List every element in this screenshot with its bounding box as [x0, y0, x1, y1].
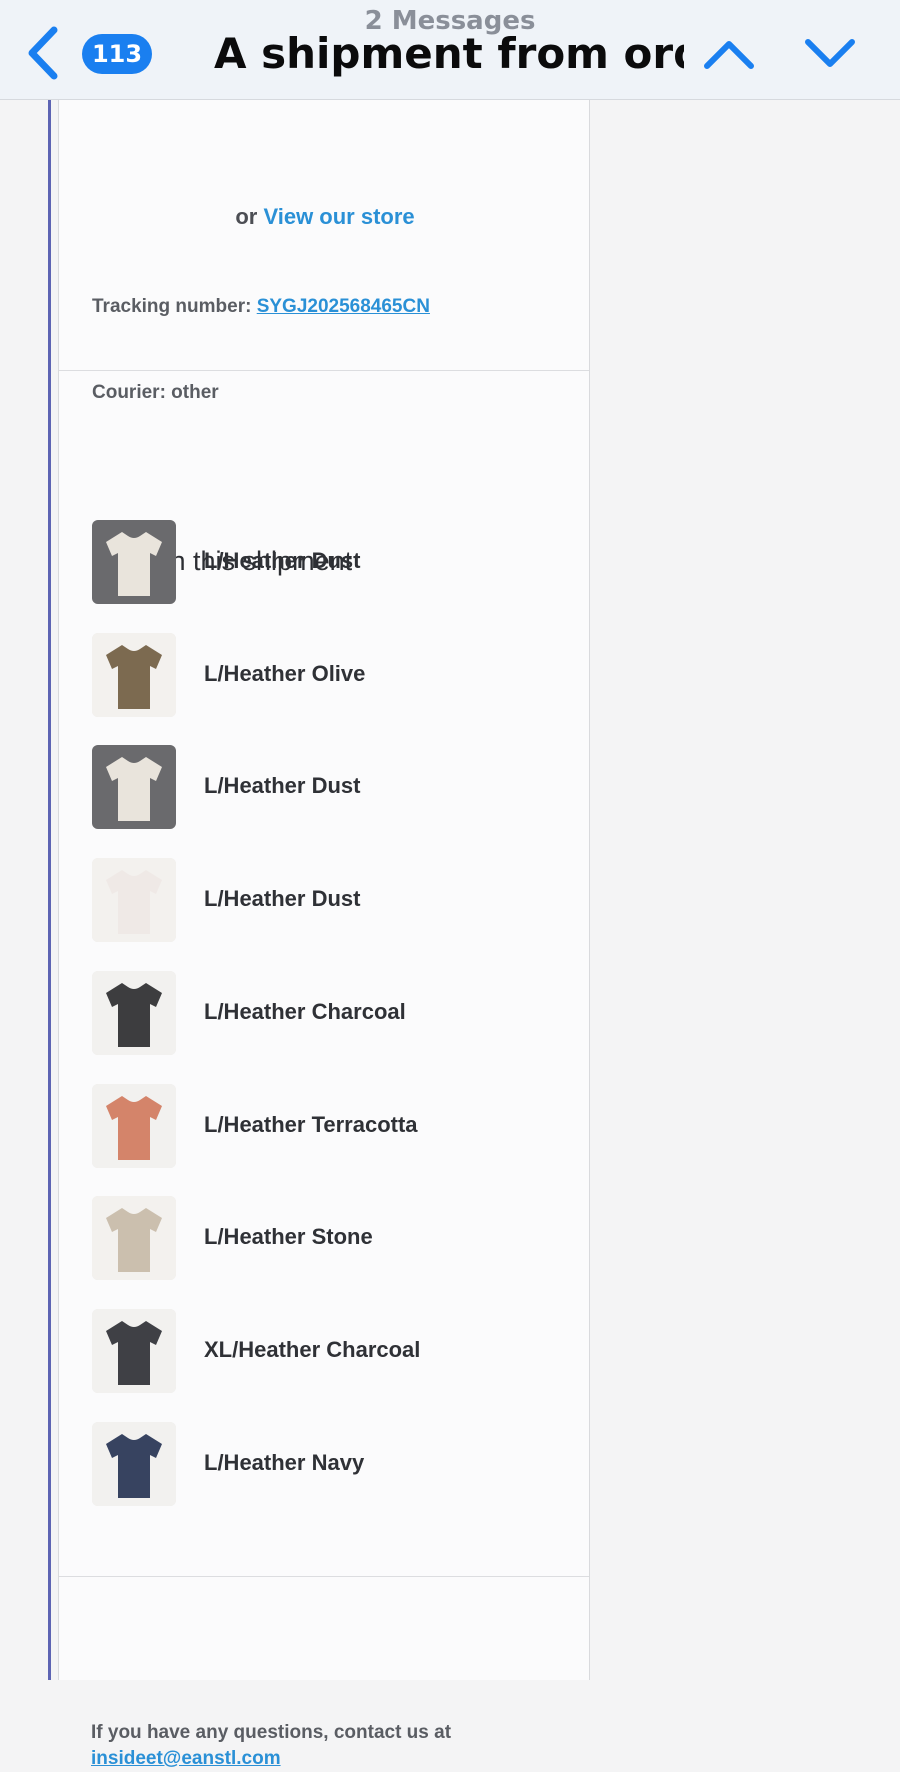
shipment-item[interactable]: L/Heather Dust: [92, 745, 562, 830]
item-variant-label: L/Heather Olive: [204, 660, 366, 686]
product-thumbnail-image: [92, 745, 176, 830]
shipment-item[interactable]: L/Heather Stone: [92, 1196, 562, 1281]
tracking-number-link[interactable]: SYGJ202568465CN: [257, 296, 430, 317]
product-thumbnail[interactable]: [92, 1421, 176, 1506]
product-thumbnail[interactable]: [92, 520, 176, 604]
product-thumbnail-image: [92, 1421, 176, 1506]
product-thumbnail[interactable]: [92, 1308, 176, 1393]
item-variant-label: L/Heather Stone: [204, 1224, 373, 1250]
shipment-item[interactable]: L/Heather Navy: [92, 1421, 562, 1506]
footer-divider: [59, 1576, 589, 1577]
email-body: or View our store Tracking number: SYGJ2…: [58, 100, 591, 1769]
store-line: or View our store: [59, 204, 591, 230]
item-variant-label: L/Heather Navy: [204, 1449, 365, 1475]
tracking-row: Tracking number: SYGJ202568465CN: [92, 296, 430, 318]
footer-text: If you have any questions, contact us at: [91, 1722, 452, 1743]
product-thumbnail-image: [92, 632, 176, 717]
shipment-item[interactable]: L/Heather Dust: [92, 520, 562, 604]
back-button[interactable]: [24, 26, 64, 80]
footer-contact: If you have any questions, contact us at…: [91, 1720, 451, 1772]
section-divider: [59, 370, 589, 371]
tracking-label: Tracking number:: [92, 296, 252, 317]
product-thumbnail[interactable]: [92, 1083, 176, 1168]
shipment-item[interactable]: L/Heather Terracotta: [92, 1083, 562, 1168]
shipment-item[interactable]: L/Heather Olive: [92, 632, 562, 717]
courier-text: Courier: other: [92, 382, 219, 403]
chevron-up-icon: [704, 41, 754, 69]
message-header: 113 2 Messages A shipment from ord...: [0, 0, 900, 100]
previous-message-button[interactable]: [699, 32, 759, 76]
chevron-down-icon: [805, 39, 855, 67]
item-variant-label: L/Heather Terracotta: [204, 1111, 418, 1137]
item-variant-label: L/Heather Charcoal: [204, 998, 406, 1024]
view-store-link[interactable]: View our store: [263, 204, 414, 229]
product-thumbnail-image: [92, 520, 176, 604]
store-prefix: or: [235, 204, 258, 229]
product-thumbnail-image: [92, 858, 176, 943]
item-variant-label: L/Heather Dust: [204, 886, 361, 912]
shipment-item[interactable]: L/Heather Charcoal: [92, 970, 562, 1055]
product-thumbnail[interactable]: [92, 1196, 176, 1281]
product-thumbnail[interactable]: [92, 745, 176, 830]
item-variant-label: L/Heather Dust: [204, 773, 361, 799]
back-chevron-icon: [28, 26, 58, 80]
product-thumbnail-image: [92, 1308, 176, 1393]
contact-email-link[interactable]: insideet@eanstl.com: [91, 1746, 451, 1772]
item-variant-label: XL/Heather Charcoal: [204, 1336, 421, 1362]
unread-count-badge[interactable]: 113: [82, 34, 152, 74]
shipment-item[interactable]: L/Heather Dust: [92, 858, 562, 943]
item-variant-label: L/Heather Dust: [204, 548, 361, 573]
email-subject: A shipment from ord...: [214, 29, 684, 78]
thread-indicator-line: [48, 100, 51, 1680]
product-thumbnail-image: [92, 970, 176, 1055]
product-thumbnail[interactable]: [92, 632, 176, 717]
next-message-button[interactable]: [800, 32, 860, 76]
product-thumbnail-image: [92, 1196, 176, 1281]
product-thumbnail[interactable]: [92, 858, 176, 943]
product-thumbnail[interactable]: [92, 970, 176, 1055]
shipment-item[interactable]: XL/Heather Charcoal: [92, 1308, 562, 1393]
product-thumbnail-image: [92, 1083, 176, 1168]
